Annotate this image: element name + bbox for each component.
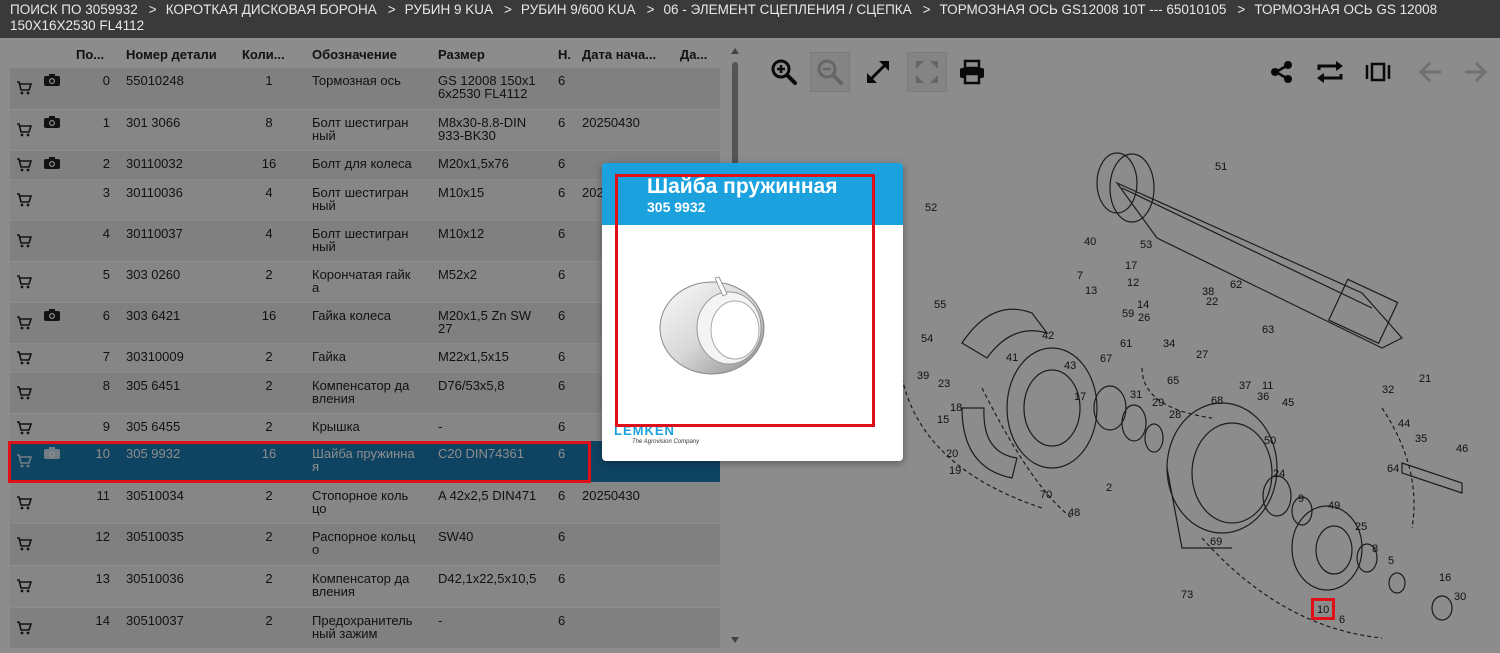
breadcrumb: ПОИСК ПО 3059932 > КОРОТКАЯ ДИСКОВАЯ БОРОН… [0,0,1500,38]
breadcrumb-item[interactable]: РУБИН 9 KUA [405,2,493,17]
breadcrumb-item[interactable]: РУБИН 9/600 KUA [521,2,636,17]
lemken-tagline: The Agrovision Company [632,439,700,445]
breadcrumb-separator: > [148,2,157,17]
breadcrumb-separator: > [646,2,655,17]
popup-content-highlight [615,174,875,427]
breadcrumb-item[interactable]: ТОРМОЗНАЯ ОСЬ GS 12008 [1254,2,1437,17]
breadcrumb-separator: > [922,2,931,17]
selected-row-highlight [8,441,591,483]
breadcrumb-item[interactable]: ПОИСК ПО 3059932 [10,2,138,17]
breadcrumb-separator: > [387,2,396,17]
diagram-callout-highlight [1311,598,1335,620]
breadcrumb-item[interactable]: ТОРМОЗНАЯ ОСЬ GS12008 10T --- 65010105 [940,2,1227,17]
breadcrumb-item[interactable]: 06 - ЭЛЕМЕНТ СЦЕПЛЕНИЯ / СЦЕПКА [663,2,911,17]
breadcrumb-item[interactable]: 150X16X2530 FL4112 [10,18,144,33]
breadcrumb-item[interactable]: КОРОТКАЯ ДИСКОВАЯ БОРОНА [166,2,377,17]
breadcrumb-separator: > [504,2,512,17]
breadcrumb-separator: > [1237,2,1246,17]
